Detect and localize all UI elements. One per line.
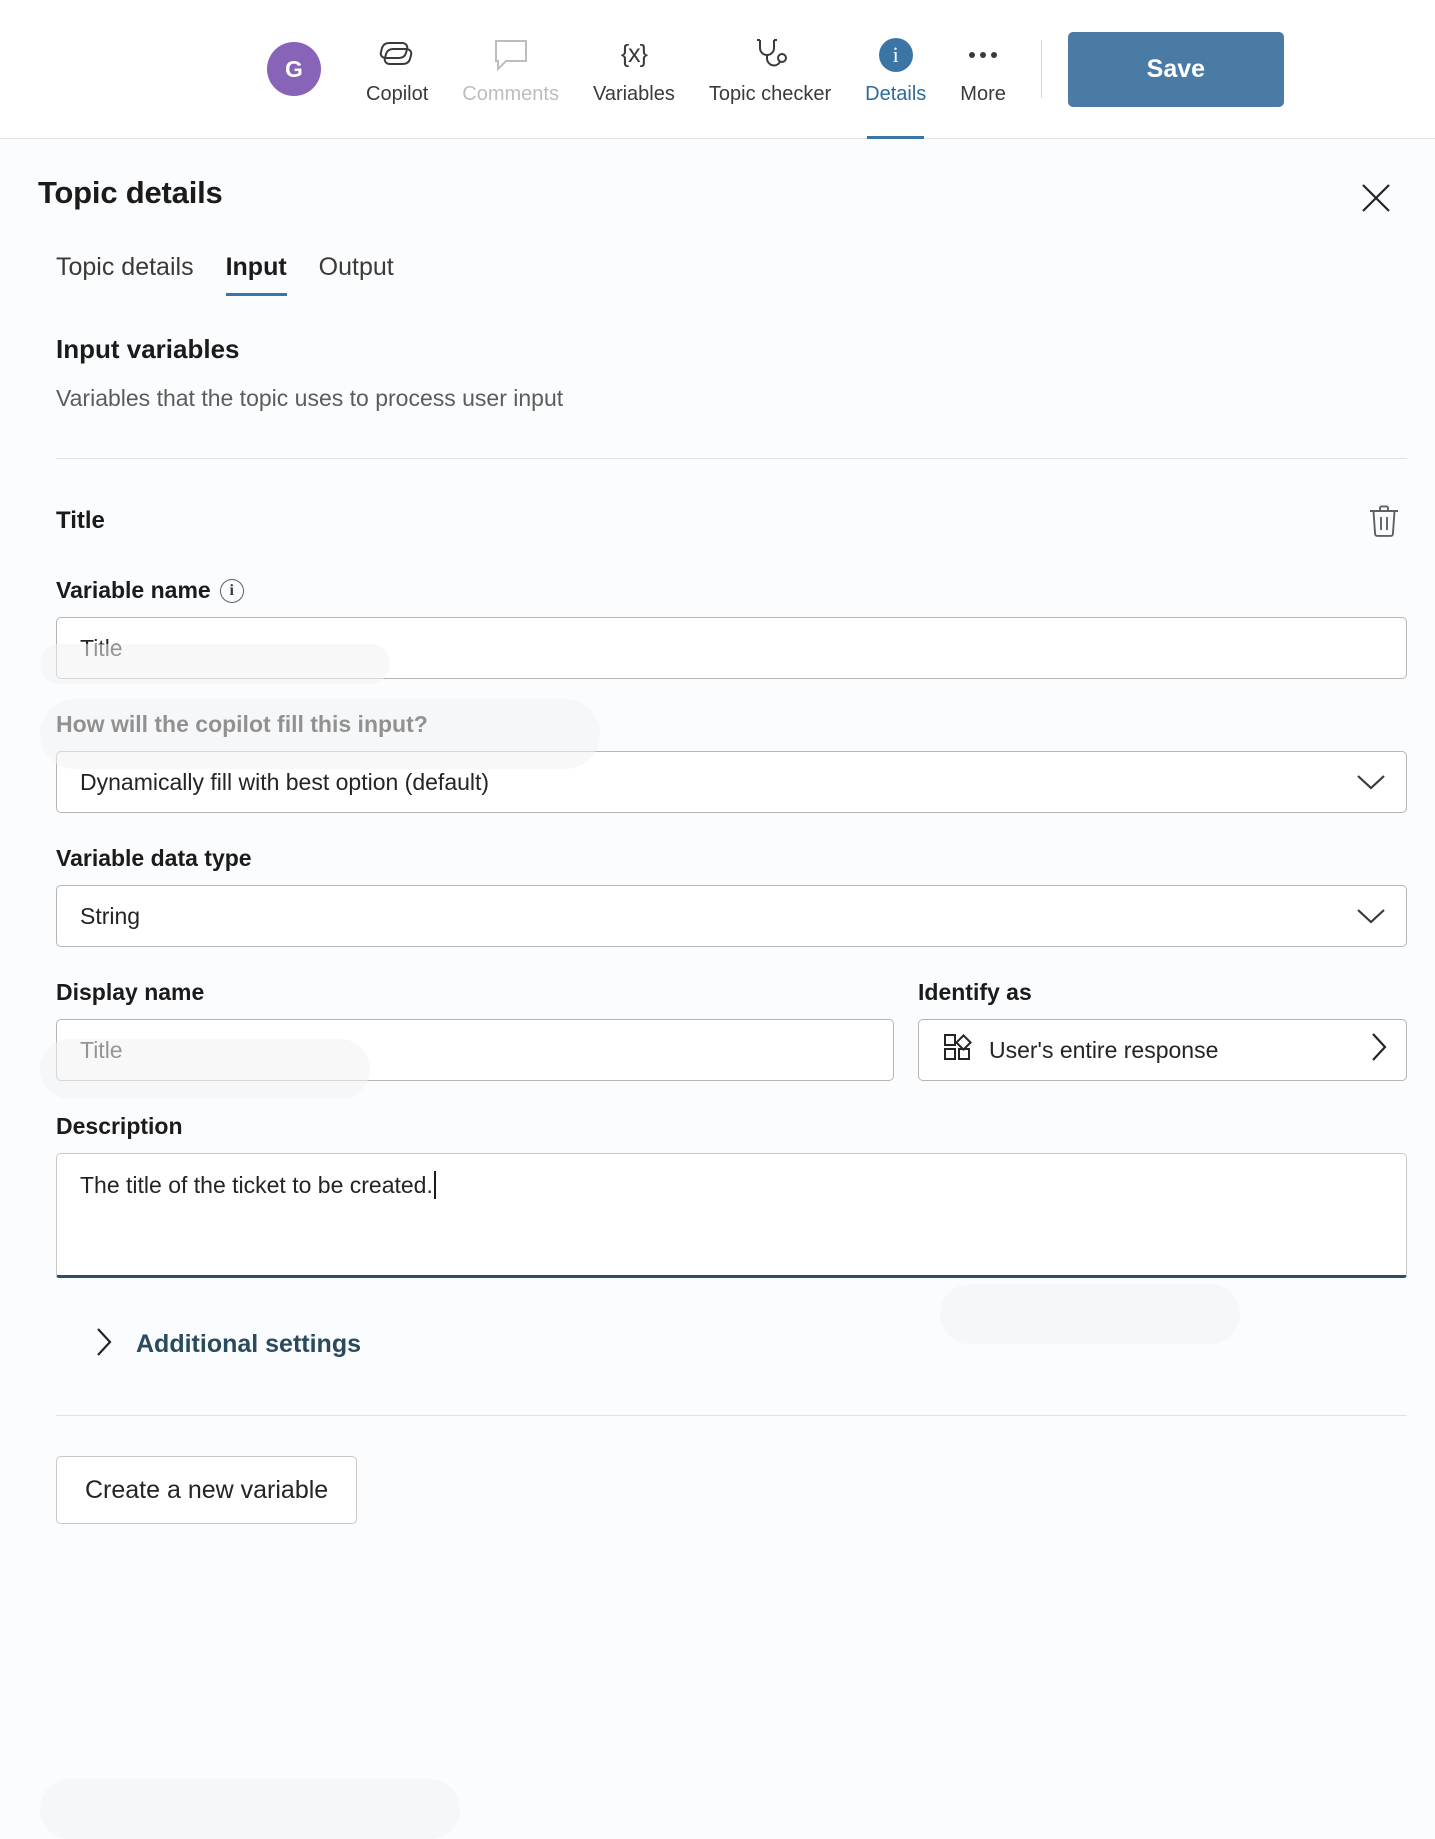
data-type-value: String [80,902,141,929]
description-label: Description [56,1113,1407,1140]
identify-as-label-text: Identify as [918,979,1032,1005]
fill-method-label-text: How will the copilot fill this input? [56,711,428,737]
fill-method-value: Dynamically fill with best option (defau… [80,768,490,795]
toolbar-button-more[interactable]: More [943,0,1023,139]
identify-as-selector[interactable]: User's entire response [918,1019,1407,1081]
description-textarea[interactable]: The title of the ticket to be created. [56,1153,1407,1278]
chevron-down-icon [1356,773,1386,791]
data-type-label: Variable data type [56,845,1407,872]
comment-icon [492,34,530,76]
variable-name-value: Title [80,634,123,661]
avatar-initial: G [285,55,303,82]
page-title: Topic details [38,175,223,210]
toolbar-divider [1040,40,1042,98]
create-new-variable-button[interactable]: Create a new variable [56,1456,358,1524]
toolbar-button-comments[interactable]: Comments [445,0,576,139]
identify-as-value: User's entire response [989,1036,1219,1063]
text-cursor [433,1171,436,1199]
display-name-value: Title [80,1036,123,1063]
divider-bottom [56,1415,1407,1416]
toolbar-button-topic-checker[interactable]: Topic checker [692,0,848,139]
display-identify-row: Display name Title Identify as User's en… [56,947,1407,1081]
display-name-label: Display name [56,979,894,1006]
display-name-group: Display name Title [56,947,894,1081]
toolbar-button-details[interactable]: i Details [848,0,943,139]
description-value: The title of the ticket to be created. [80,1172,433,1198]
variable-title: Title [56,507,105,534]
toolbar-label-topic-checker: Topic checker [708,82,832,105]
additional-settings-toggle[interactable]: Additional settings [56,1326,1407,1363]
toolbar-label-comments: Comments [462,82,559,105]
stethoscope-icon [750,34,790,76]
fill-method-select[interactable]: Dynamically fill with best option (defau… [56,751,1407,813]
ellipsis-icon [969,34,998,76]
panel-header: Topic details [0,139,1435,221]
panel-content: Input variables Variables that the topic… [0,334,1435,1524]
toolbar-label-details: Details [865,82,927,105]
variable-header: Title [56,497,1407,545]
section-subheading: Variables that the topic uses to process… [56,385,564,411]
variable-name-input[interactable]: Title [56,617,1407,679]
entity-grid-icon [941,1031,973,1069]
identify-as-label: Identify as [918,979,1407,1006]
save-button[interactable]: Save [1067,31,1284,107]
variable-name-label: Variable name i [56,577,1407,604]
tab-input[interactable]: Input [210,253,303,296]
close-icon[interactable] [1353,175,1399,221]
additional-settings-label: Additional settings [136,1330,361,1358]
variables-icon: {x} [620,40,648,68]
toolbar-label-variables: Variables [592,82,675,105]
toolbar-button-copilot[interactable]: Copilot [349,0,445,139]
trash-icon[interactable] [1361,497,1407,545]
fill-method-label: How will the copilot fill this input? [56,711,1407,738]
top-toolbar: G Copilot Comments {x} Variables Topic c… [0,0,1435,139]
divider-top [56,458,1407,459]
chevron-right-icon [94,1326,114,1363]
chevron-right-icon [1370,1032,1388,1068]
description-label-text: Description [56,1113,183,1139]
display-name-input[interactable]: Title [56,1019,894,1081]
toolbar-label-copilot: Copilot [366,82,429,105]
info-icon[interactable]: i [219,578,244,603]
variable-name-label-text: Variable name [56,577,211,603]
display-name-label-text: Display name [56,979,205,1005]
topic-details-panel: Topic details Topic details Input Output… [0,139,1435,1839]
tab-output[interactable]: Output [303,253,410,296]
panel-tabs: Topic details Input Output [0,253,1435,296]
toolbar-button-variables[interactable]: {x} Variables [576,0,692,139]
data-type-select[interactable]: String [56,885,1407,947]
toolbar-label-more: More [960,82,1006,105]
copilot-icon [377,34,417,76]
identify-as-group: Identify as User's entire response [918,947,1407,1081]
data-type-label-text: Variable data type [56,845,252,871]
tab-topic-details[interactable]: Topic details [56,253,210,296]
section-heading: Input variables [56,334,240,364]
avatar[interactable]: G [267,42,321,96]
chevron-down-icon [1356,907,1386,925]
info-circle-icon: i [878,34,913,76]
